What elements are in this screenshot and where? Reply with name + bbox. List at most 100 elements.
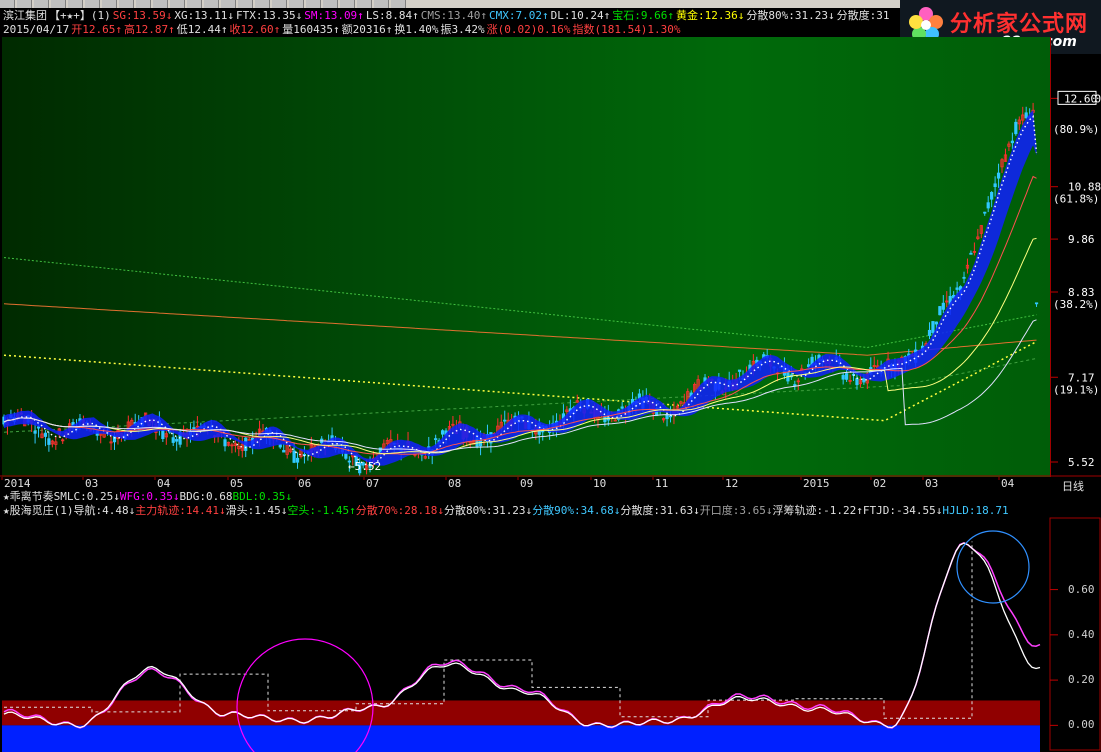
candle-body	[986, 202, 990, 209]
price-chart[interactable]: 12.60(80.9%)10.88(61.8%)9.868.83(38.2%)7…	[0, 0, 1101, 480]
sub3-item-1: SMLC:0.25↓	[69, 518, 136, 531]
candle-body	[941, 302, 945, 310]
ribbon-dots	[3, 114, 1038, 466]
candle-body	[1014, 121, 1018, 135]
highlight-circle-blue	[956, 530, 1030, 604]
sub2-item-9: 开口度:3.65↓	[699, 504, 773, 517]
sub1-item-2: WFG:0.35↓	[119, 490, 180, 503]
candle-body	[47, 438, 51, 445]
sub2-item-11: FTJD:-34.55↓	[862, 504, 943, 517]
candle-body	[434, 438, 438, 441]
candle-body	[171, 437, 175, 443]
sub-legend-row2: ★股海觅庄(1)导航:4.48↓主力轨迹:14.41↓滑头:1.45↓空头:-1…	[3, 504, 1009, 517]
sub3-item-2: WFG:0.35↓	[135, 518, 195, 531]
time-tick-2: 04	[157, 477, 171, 490]
time-tick-10: 12	[725, 477, 739, 490]
candle-body	[934, 321, 939, 325]
time-tick-5: 07	[366, 477, 380, 490]
candle-body	[996, 172, 1001, 179]
candle-body	[43, 432, 48, 437]
time-tick-8: 10	[593, 477, 607, 490]
candle-body	[845, 373, 849, 380]
candle-body	[955, 287, 959, 290]
candle-body	[862, 378, 866, 383]
blue-ribbon	[4, 110, 1037, 466]
sub-legend-row3: 乖离离差优化SMLC:0.25↓WFG:0.35↓BDG:0.68BDL:0.3…	[3, 518, 307, 531]
candle-body	[503, 419, 507, 422]
wfg-line	[3, 541, 1041, 729]
time-tick-1: 03	[85, 477, 99, 490]
candle-body	[793, 384, 797, 386]
candle-body	[969, 252, 973, 255]
candle-body	[990, 191, 994, 200]
candle-body	[33, 430, 37, 434]
candle-body	[344, 453, 348, 459]
sub2-item-4: 空头:-1.45↑	[287, 504, 356, 517]
time-tick-13: 03	[925, 477, 939, 490]
period-label[interactable]: 日线	[1062, 478, 1084, 494]
candle-body	[931, 321, 935, 333]
candle-body	[737, 369, 742, 372]
candle-body	[620, 406, 624, 409]
red-band	[2, 700, 1040, 726]
sub2-item-12: HJLD:18.71	[942, 504, 1009, 517]
time-tick-3: 05	[230, 477, 244, 490]
candle-body	[282, 450, 286, 453]
step-dashed-line	[4, 541, 973, 719]
candle-body	[993, 183, 997, 187]
sub2-item-7: 分散90%:34.68↓	[532, 504, 621, 517]
candle-body	[855, 378, 859, 386]
sub2-item-2: 主力轨迹:14.41↓	[135, 504, 226, 517]
stock-chart-window: 滨江集团 【+★+】(1) SG:13.59↓ XG:13.11↓ FTX:13.35↓…	[0, 0, 1101, 752]
candle-body	[841, 374, 845, 380]
candle-body	[1024, 112, 1028, 119]
sub-legend-row1: ★乖离节奏SMLC:0.25↓WFG:0.35↓BDG:0.68BDL:0.35…	[3, 490, 292, 503]
candle-body	[983, 211, 987, 214]
candle-body	[278, 444, 282, 448]
candle-body	[292, 450, 296, 463]
candle-body	[192, 427, 196, 430]
time-tick-12: 02	[873, 477, 887, 490]
candle-body	[938, 306, 942, 316]
ma20-red	[3, 175, 1037, 455]
time-tick-11: 2015	[803, 477, 830, 490]
sub3-item-0: 乖离离差优化	[3, 518, 69, 531]
sub2-item-3: 滑头:1.45↓	[225, 504, 288, 517]
candle-body	[112, 435, 117, 443]
ma-orange-line	[3, 303, 1037, 356]
highlight-circle-magenta	[236, 638, 374, 752]
candle-body	[161, 429, 165, 439]
oscillator-bg	[2, 518, 1050, 750]
price-panel-frame	[1050, 37, 1101, 477]
candle-body	[1010, 140, 1014, 144]
time-tick-6: 08	[448, 477, 462, 490]
candle-body	[927, 329, 932, 336]
candle-body	[175, 439, 179, 442]
sub1-item-3: BDG:0.68	[179, 490, 233, 503]
time-tick-9: 11	[655, 477, 669, 490]
candle-body	[295, 457, 300, 463]
time-tick-14: 04	[1001, 477, 1015, 490]
blue-band	[2, 725, 1040, 752]
sub2-item-8: 分散度:31.63↓	[620, 504, 700, 517]
candle-body	[962, 276, 966, 279]
time-tick-0: 2014	[4, 477, 31, 490]
sub1-item-4: BDL:0.35↓	[232, 490, 293, 503]
oscillator-tick-0: 0.60	[1068, 582, 1095, 596]
candle-body	[440, 430, 445, 435]
low-price-label: ←5.52	[348, 460, 381, 473]
candle-body	[36, 426, 41, 429]
sub2-item-0: ★股海觅庄(1)	[3, 504, 74, 517]
sub3-item-3: BDG:0.68	[194, 518, 248, 531]
oscillator-tick-3: 0.00	[1068, 718, 1095, 732]
sub1-item-1: SMLC:0.25↓	[53, 490, 120, 503]
sub2-item-1: 导航:4.48↓	[73, 504, 136, 517]
sub2-item-6: 分散80%:31.23↓	[443, 504, 533, 517]
sub2-item-5: 分散70%:28.18↓	[355, 504, 444, 517]
oscillator-tick-2: 0.20	[1068, 673, 1095, 687]
candle-body	[223, 439, 227, 447]
smlc-line	[3, 542, 1041, 729]
time-tick-7: 09	[520, 477, 534, 490]
time-tick-4: 06	[298, 477, 312, 490]
candle-body	[1034, 302, 1039, 305]
